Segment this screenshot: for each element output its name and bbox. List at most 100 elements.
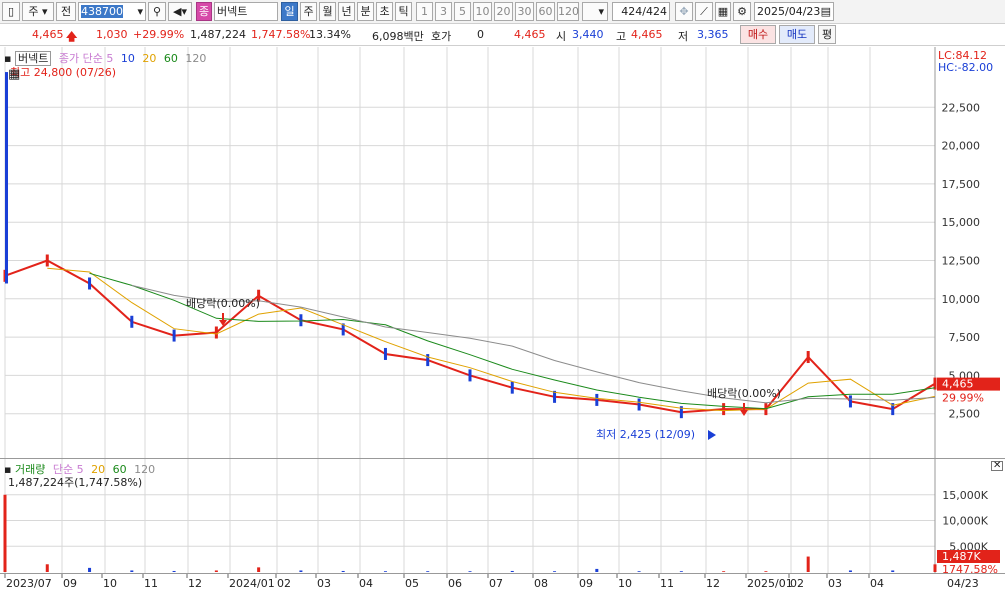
hoga-value: 0 <box>477 28 484 41</box>
code-dropdown-icon[interactable]: ▾ <box>137 3 143 20</box>
candle <box>299 314 303 327</box>
volume-bar <box>45 564 49 572</box>
interval-120[interactable]: 120 <box>557 2 579 21</box>
search-icon[interactable]: ⚲ <box>148 2 166 21</box>
hoga-label: 호가 <box>431 30 452 43</box>
panel-close-icon[interactable]: ✕ <box>991 461 1004 471</box>
volume-bar <box>891 570 895 572</box>
candle <box>806 351 810 364</box>
price-tick-label: 17,500 <box>942 178 981 191</box>
x-tick-label: 12 <box>188 577 202 590</box>
low-marker-icon <box>708 430 716 440</box>
x-tick-label: 05 <box>405 577 419 590</box>
candle <box>848 395 852 408</box>
interval-5[interactable]: 5 <box>454 2 471 21</box>
volume-bar <box>595 568 599 572</box>
chart-type-icon[interactable]: ▯ <box>2 2 20 21</box>
volume-chart-panel[interactable]: 15,000K 10,000K 5,000K 1,487K 1747.58% ▪ 거래량… <box>0 458 1005 576</box>
x-tick-label: 11 <box>144 577 158 590</box>
custom-interval-select[interactable]: ▾ <box>582 2 608 21</box>
trade-amount: 6,098백만 <box>372 30 424 43</box>
candle <box>595 393 599 406</box>
candle <box>172 329 176 342</box>
dividend-arrow-icon <box>740 410 748 416</box>
move-icon[interactable]: ✥ <box>675 2 693 21</box>
high-price: 4,465 <box>631 28 663 41</box>
grid-icon[interactable]: ▦ <box>715 2 731 21</box>
volume-bar <box>722 571 726 572</box>
volume-bar <box>299 570 303 572</box>
market-select[interactable]: 주 ▾ <box>22 2 54 21</box>
market-label: 주 <box>28 5 39 18</box>
period-month[interactable]: 월 <box>319 2 336 21</box>
gear-icon[interactable]: ⚙ <box>733 2 751 21</box>
price-chart-panel[interactable]: 22,500 20,000 17,500 15,000 12,500 10,000 7,50… <box>0 47 1005 458</box>
ma20-label: 20 <box>142 52 157 65</box>
open-price: 3,440 <box>572 28 604 41</box>
period-tick[interactable]: 틱 <box>395 2 412 21</box>
open-label: 시 <box>556 30 567 43</box>
price-chart[interactable]: 22,500 20,000 17,500 15,000 12,500 10,000 7,50… <box>0 47 1005 458</box>
count-value: 424 <box>621 5 643 18</box>
volume-tick-label: 15,000K <box>942 489 988 502</box>
interval-10[interactable]: 10 <box>473 2 492 21</box>
volume-bar <box>172 570 176 572</box>
x-tick-label: 10 <box>103 577 117 590</box>
volume-bar <box>637 571 641 572</box>
period-year[interactable]: 년 <box>338 2 355 21</box>
x-axis: 2023/07 09 10 11 12 2024/01 02 03 04 05 06 07 08 09 10… <box>0 573 1005 595</box>
volume-bar <box>383 571 387 572</box>
ipo-day-candle <box>5 72 8 284</box>
interval-20[interactable]: 20 <box>494 2 513 21</box>
candle <box>130 315 134 328</box>
volume-value: 1,487,224주(1,747.58%) <box>8 476 143 489</box>
period-day[interactable]: 일 <box>281 2 298 21</box>
interval-30[interactable]: 30 <box>515 2 534 21</box>
quote-bar: 4,465 🡅 1,030 +29.99% 1,487,224 1,747.58… <box>0 24 1005 46</box>
date-input[interactable]: 2025/04/23 ▤ <box>754 2 834 21</box>
volume-bar <box>257 567 261 572</box>
volume-bar <box>426 571 430 572</box>
moving-average-line <box>47 267 936 412</box>
candle <box>722 403 726 416</box>
volume-bar <box>679 571 683 572</box>
buy-button[interactable]: 매수 <box>740 25 776 44</box>
candle <box>45 254 49 267</box>
candle <box>468 369 472 382</box>
calendar-icon[interactable]: ▤ <box>821 3 831 20</box>
sound-icon[interactable]: ◀▾ <box>168 2 192 21</box>
sell-button[interactable]: 매도 <box>779 25 815 44</box>
line-draw-icon[interactable]: ⟋ <box>695 2 713 21</box>
scope-select[interactable]: 전 <box>56 2 76 21</box>
interval-60[interactable]: 60 <box>536 2 555 21</box>
volume-bar <box>3 494 7 572</box>
count-input[interactable]: 424/424 <box>612 2 670 21</box>
period-minute[interactable]: 분 <box>357 2 374 21</box>
candle <box>88 277 92 290</box>
price-tick-label: 12,500 <box>942 255 981 268</box>
stock-name-field[interactable]: 버넥트 <box>214 2 278 21</box>
ma120-label: 120 <box>185 52 207 65</box>
x-tick-label: 04 <box>359 577 373 590</box>
code-input[interactable]: 438700 ▾ <box>78 2 146 21</box>
interval-3[interactable]: 3 <box>435 2 452 21</box>
custom-interval-dropdown-icon[interactable]: ▾ <box>598 3 604 20</box>
volume-bar <box>806 556 810 572</box>
table-icon[interactable]: ▦ <box>8 67 20 82</box>
dividend-label: 배당락(0.00%) <box>707 387 781 400</box>
volume-bar <box>510 570 514 572</box>
volume-bar <box>553 571 557 572</box>
dividend-label: 배당락(0.00%) <box>186 297 260 310</box>
period-second[interactable]: 초 <box>376 2 393 21</box>
x-tick-label: 06 <box>448 577 462 590</box>
high-label: 고 <box>616 30 627 43</box>
period-week[interactable]: 주 <box>300 2 317 21</box>
price-tick-label: 7,500 <box>949 331 981 344</box>
x-axis-labels: 2023/07 09 10 11 12 2024/01 02 03 04 05 06 07 08 09 10… <box>4 574 979 590</box>
interval-1[interactable]: 1 <box>416 2 433 21</box>
volume-tag-text: 1,487K <box>942 550 981 563</box>
volume-bar <box>933 564 937 572</box>
flat-button[interactable]: 평 <box>818 25 836 44</box>
volume-bar <box>848 570 852 572</box>
volume-bar <box>130 570 134 572</box>
